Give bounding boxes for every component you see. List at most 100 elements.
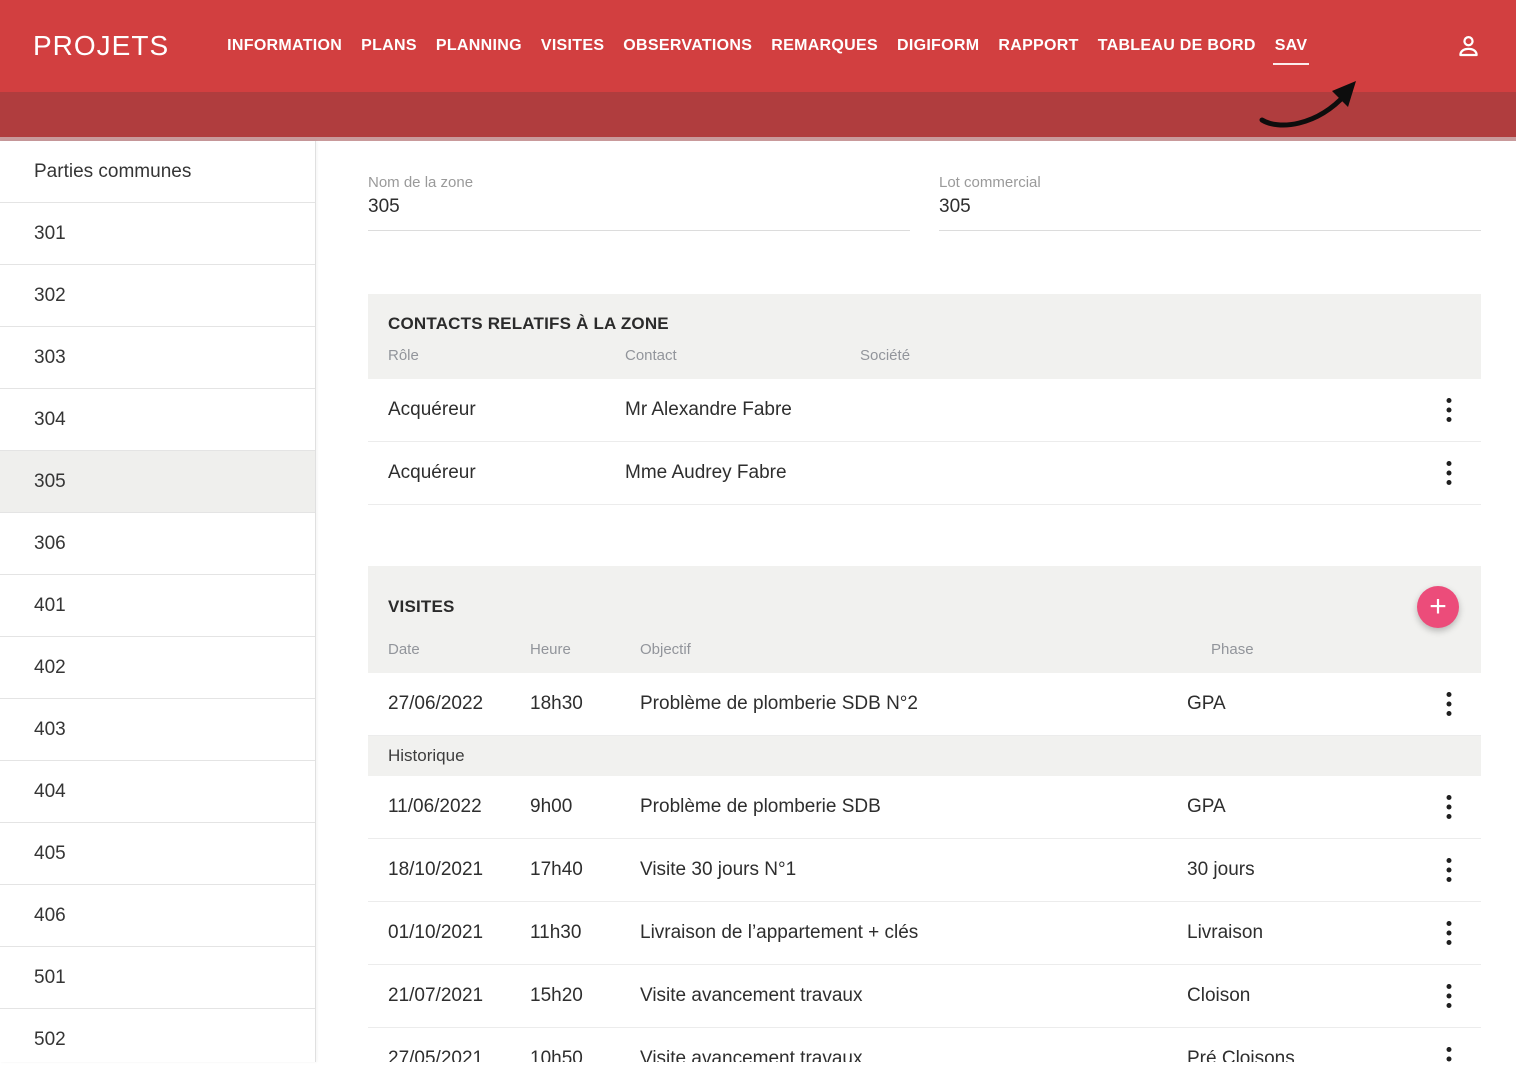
contact-role-cell: Acquéreur [388,462,625,484]
nav-tab-digiform[interactable]: DIGIFORM [897,37,979,55]
kebab-icon [1446,1046,1452,1062]
kebab-icon [1446,920,1452,946]
visit-row-menu-button[interactable] [1437,691,1461,717]
sidebar-item-parties-communes[interactable]: Parties communes [0,141,315,203]
contacts-header: CONTACTS RELATIFS À LA ZONE Rôle Contact… [368,294,1481,379]
visites-header-top: VISITES + [388,586,1461,628]
sidebar-item-306[interactable]: 306 [0,513,315,575]
visit-row: 18/10/2021 17h40 Visite 30 jours N°1 30 … [368,839,1481,902]
nav-tab-information[interactable]: INFORMATION [227,37,342,55]
lot-commercial-value: 305 [939,196,1481,218]
zone-fields: Nom de la zone 305 Lot commercial 305 [368,174,1481,231]
column-heure: Heure [530,641,640,658]
visit-date-cell: 27/05/2021 [388,1048,530,1062]
nav-tab-planning[interactable]: PLANNING [436,37,522,55]
kebab-icon [1446,983,1452,1009]
kebab-icon [1446,794,1452,820]
nav-tab-rapport[interactable]: RAPPORT [998,37,1078,55]
sidebar-item-405[interactable]: 405 [0,823,315,885]
nom-zone-value: 305 [368,196,910,218]
lot-commercial-field[interactable]: Lot commercial 305 [939,174,1481,231]
visit-row-menu-button[interactable] [1437,794,1461,820]
visites-section: VISITES + Date Heure Objectif Phase 27/0… [368,566,1481,1062]
sidebar-item-302[interactable]: 302 [0,265,315,327]
nav-tab-remarques[interactable]: REMARQUES [771,37,878,55]
visit-date-cell: 27/06/2022 [388,693,530,715]
zone-sidebar: Parties communes 301 302 303 304 305 306… [0,141,316,1062]
visit-row: 27/06/2022 18h30 Problème de plomberie S… [368,673,1481,736]
visit-row-menu-button[interactable] [1437,857,1461,883]
app-title: PROJETS [33,30,169,62]
main-content: Nom de la zone 305 Lot commercial 305 CO… [316,141,1516,1062]
visit-phase-cell: Livraison [1187,922,1437,944]
visit-row-menu-button[interactable] [1437,920,1461,946]
visit-date-cell: 21/07/2021 [388,985,530,1007]
visit-date-cell: 18/10/2021 [388,859,530,881]
app-header: PROJETS INFORMATION PLANS PLANNING VISIT… [0,0,1516,92]
visites-column-headers: Date Heure Objectif Phase [388,641,1461,658]
sidebar-item-502[interactable]: 502 [0,1009,315,1066]
main-nav: INFORMATION PLANS PLANNING VISITES OBSER… [227,37,1307,55]
sidebar-item-301[interactable]: 301 [0,203,315,265]
visit-phase-cell: Cloison [1187,985,1437,1007]
visit-heure-cell: 18h30 [530,693,640,715]
visit-objectif-cell: Problème de plomberie SDB N°2 [640,693,1187,715]
column-phase: Phase [1211,641,1461,658]
sidebar-item-304[interactable]: 304 [0,389,315,451]
visit-row-menu-button[interactable] [1437,1046,1461,1062]
sidebar-item-404[interactable]: 404 [0,761,315,823]
visit-row-menu-button[interactable] [1437,983,1461,1009]
nav-tab-observations[interactable]: OBSERVATIONS [623,37,752,55]
add-visite-button[interactable]: + [1417,586,1459,628]
sidebar-item-403[interactable]: 403 [0,699,315,761]
sidebar-item-501[interactable]: 501 [0,947,315,1009]
visit-objectif-cell: Livraison de l’appartement + clés [640,922,1187,944]
sidebar-item-401[interactable]: 401 [0,575,315,637]
column-role: Rôle [388,347,625,364]
contacts-column-headers: Rôle Contact Société [388,347,1461,364]
visit-row: 11/06/2022 9h00 Problème de plomberie SD… [368,776,1481,839]
contact-row: Acquéreur Mme Audrey Fabre [368,442,1481,505]
visites-title: VISITES [388,597,455,617]
visit-row: 01/10/2021 11h30 Livraison de l’appartem… [368,902,1481,965]
column-objectif: Objectif [640,641,1211,658]
person-icon [1455,33,1482,60]
sidebar-item-402[interactable]: 402 [0,637,315,699]
account-button[interactable] [1455,33,1482,60]
visit-date-cell: 11/06/2022 [388,796,530,818]
contact-row: Acquéreur Mr Alexandre Fabre [368,379,1481,442]
nav-tab-visites[interactable]: VISITES [541,37,604,55]
visit-heure-cell: 10h50 [530,1048,640,1062]
visit-row: 27/05/2021 10h50 Visite avancement trava… [368,1028,1481,1062]
column-date: Date [388,641,530,658]
kebab-icon [1446,857,1452,883]
nav-tab-plans[interactable]: PLANS [361,37,417,55]
nav-tab-sav[interactable]: SAV [1275,37,1308,55]
visit-phase-cell: 30 jours [1187,859,1437,881]
sidebar-item-305[interactable]: 305 [0,451,315,513]
visit-heure-cell: 9h00 [530,796,640,818]
app-body: Parties communes 301 302 303 304 305 306… [0,141,1516,1062]
contact-name-cell: Mme Audrey Fabre [625,462,860,484]
kebab-icon [1446,397,1452,423]
nom-zone-label: Nom de la zone [368,174,910,191]
contact-row-menu-button[interactable] [1437,460,1461,486]
visit-objectif-cell: Problème de plomberie SDB [640,796,1187,818]
visit-objectif-cell: Visite avancement travaux [640,985,1187,1007]
visites-header: VISITES + Date Heure Objectif Phase [368,566,1481,673]
contact-row-menu-button[interactable] [1437,397,1461,423]
nav-tab-tableau-de-bord[interactable]: TABLEAU DE BORD [1098,37,1256,55]
kebab-icon [1446,691,1452,717]
visit-phase-cell: Pré Cloisons [1187,1048,1437,1062]
visit-heure-cell: 11h30 [530,922,640,944]
nom-zone-field[interactable]: Nom de la zone 305 [368,174,910,231]
kebab-icon [1446,460,1452,486]
visit-date-cell: 01/10/2021 [388,922,530,944]
sidebar-item-303[interactable]: 303 [0,327,315,389]
visit-phase-cell: GPA [1187,693,1437,715]
sidebar-item-406[interactable]: 406 [0,885,315,947]
contacts-section: CONTACTS RELATIFS À LA ZONE Rôle Contact… [368,294,1481,505]
visit-phase-cell: GPA [1187,796,1437,818]
column-contact: Contact [625,347,860,364]
column-societe: Société [860,347,1461,364]
